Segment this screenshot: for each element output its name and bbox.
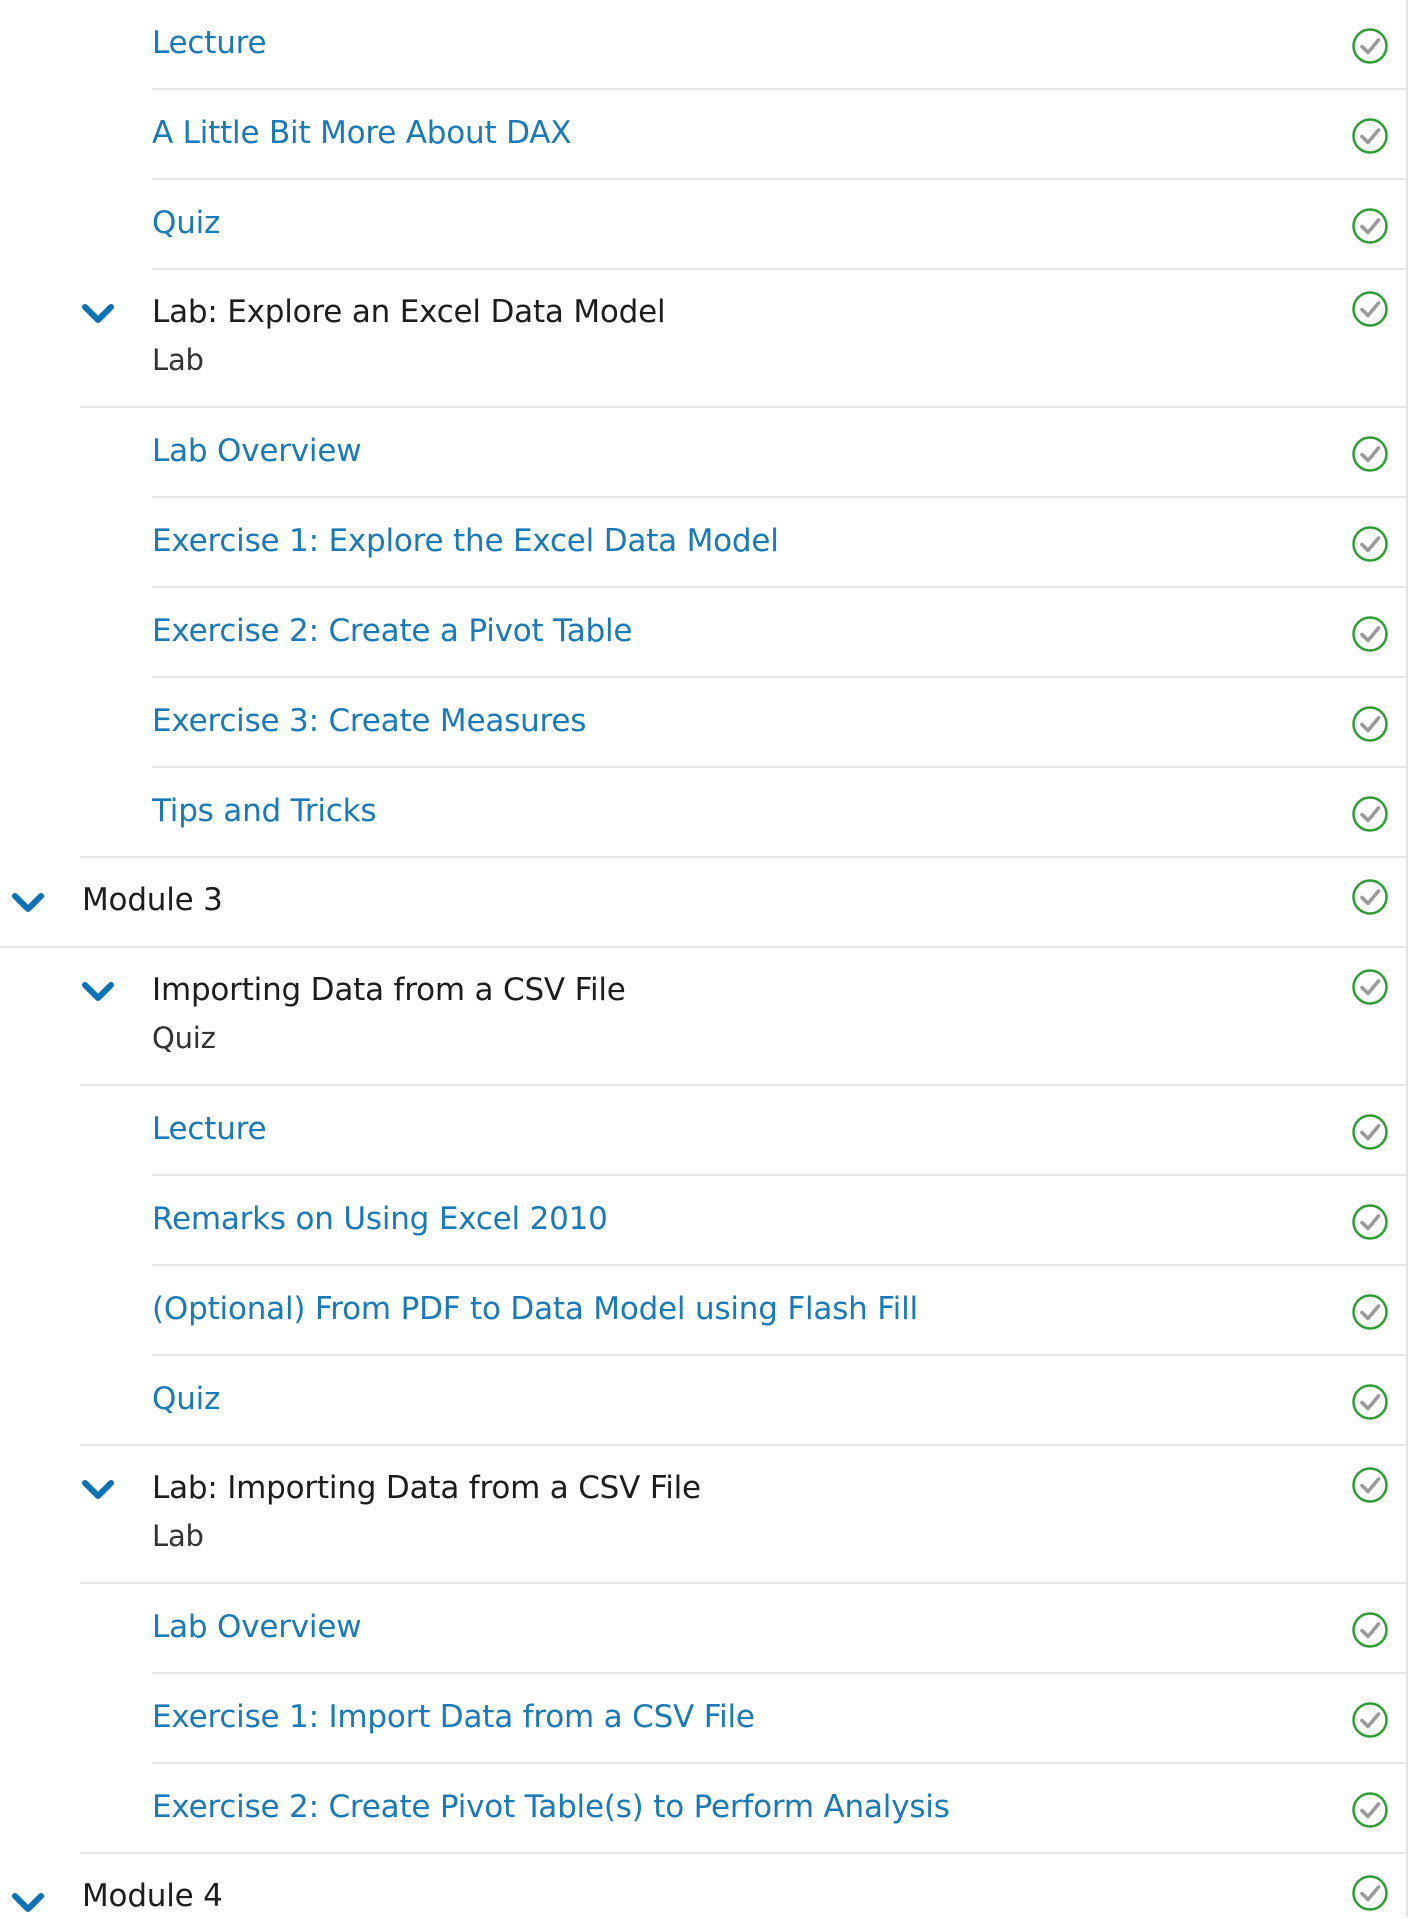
completed-check-icon: [1351, 525, 1389, 563]
outline-item[interactable]: Lecture: [152, 1086, 1406, 1176]
completed-check-icon: [1351, 615, 1389, 653]
outline-item[interactable]: Quiz: [80, 1356, 1406, 1446]
module-title: Module 3: [82, 882, 223, 918]
completed-check-icon: [1351, 1466, 1389, 1504]
outline-item[interactable]: Tips and Tricks: [80, 768, 1406, 858]
section-header-lab[interactable]: Lab: Importing Data from a CSV File Lab: [80, 1446, 1406, 1584]
completed-check-icon: [1351, 1383, 1389, 1421]
completed-check-icon: [1351, 290, 1389, 328]
outline-item[interactable]: Exercise 2: Create Pivot Table(s) to Per…: [80, 1764, 1406, 1854]
outline-item[interactable]: Lab Overview: [152, 1584, 1406, 1674]
section-title: Lab: Importing Data from a CSV File: [152, 1470, 701, 1506]
section-header[interactable]: Importing Data from a CSV File Quiz: [80, 948, 1406, 1086]
item-link[interactable]: Exercise 2: Create a Pivot Table: [152, 613, 632, 649]
chevron-down-icon[interactable]: [80, 980, 116, 1004]
item-link[interactable]: Quiz: [152, 205, 220, 241]
chevron-down-icon[interactable]: [10, 891, 46, 915]
item-link[interactable]: Lecture: [152, 25, 267, 61]
item-link[interactable]: Exercise 1: Explore the Excel Data Model: [152, 523, 779, 559]
section-type: Lab: [152, 1519, 204, 1553]
outline-item[interactable]: (Optional) From PDF to Data Model using …: [152, 1266, 1406, 1356]
module-header[interactable]: Module 3: [0, 858, 1406, 948]
completed-check-icon: [1351, 435, 1389, 473]
completed-check-icon: [1351, 1203, 1389, 1241]
course-outline: Lecture A Little Bit More About DAX Quiz…: [0, 0, 1408, 1917]
outline-item[interactable]: Exercise 1: Import Data from a CSV File: [152, 1674, 1406, 1764]
completed-check-icon: [1351, 27, 1389, 65]
item-link[interactable]: Lecture: [152, 1111, 267, 1147]
outline-item[interactable]: Lecture: [152, 0, 1406, 90]
item-link[interactable]: Exercise 3: Create Measures: [152, 703, 586, 739]
module-title: Module 4: [82, 1878, 223, 1914]
outline-item[interactable]: Exercise 1: Explore the Excel Data Model: [152, 498, 1406, 588]
completed-check-icon: [1351, 1113, 1389, 1151]
completed-check-icon: [1351, 968, 1389, 1006]
item-link[interactable]: A Little Bit More About DAX: [152, 115, 571, 151]
section-title: Importing Data from a CSV File: [152, 972, 626, 1008]
chevron-down-icon[interactable]: [80, 302, 116, 326]
item-link[interactable]: Lab Overview: [152, 1609, 362, 1645]
completed-check-icon: [1351, 795, 1389, 833]
completed-check-icon: [1351, 878, 1389, 916]
section-type: Quiz: [152, 1021, 216, 1055]
item-link[interactable]: Exercise 1: Import Data from a CSV File: [152, 1699, 755, 1735]
item-link[interactable]: Remarks on Using Excel 2010: [152, 1201, 608, 1237]
section-type: Lab: [152, 343, 204, 377]
outline-item[interactable]: Exercise 3: Create Measures: [152, 678, 1406, 768]
completed-check-icon: [1351, 1791, 1389, 1829]
outline-item[interactable]: Remarks on Using Excel 2010: [152, 1176, 1406, 1266]
item-link[interactable]: Lab Overview: [152, 433, 362, 469]
completed-check-icon: [1351, 117, 1389, 155]
outline-item[interactable]: A Little Bit More About DAX: [152, 90, 1406, 180]
completed-check-icon: [1351, 1611, 1389, 1649]
chevron-down-icon[interactable]: [80, 1478, 116, 1502]
outline-item[interactable]: Lab Overview: [152, 408, 1406, 498]
completed-check-icon: [1351, 207, 1389, 245]
section-header-lab[interactable]: Lab: Explore an Excel Data Model Lab: [80, 270, 1406, 408]
completed-check-icon: [1351, 1293, 1389, 1331]
item-link[interactable]: (Optional) From PDF to Data Model using …: [152, 1291, 918, 1327]
item-link[interactable]: Quiz: [152, 1381, 220, 1417]
outline-item[interactable]: Quiz: [152, 180, 1406, 270]
outline-item[interactable]: Exercise 2: Create a Pivot Table: [152, 588, 1406, 678]
completed-check-icon: [1351, 1874, 1389, 1912]
completed-check-icon: [1351, 1701, 1389, 1739]
module-header[interactable]: Module 4: [0, 1854, 1406, 1917]
item-link[interactable]: Tips and Tricks: [152, 793, 377, 829]
item-link[interactable]: Exercise 2: Create Pivot Table(s) to Per…: [152, 1789, 950, 1825]
completed-check-icon: [1351, 705, 1389, 743]
chevron-down-icon[interactable]: [10, 1891, 46, 1915]
section-title: Lab: Explore an Excel Data Model: [152, 294, 666, 330]
